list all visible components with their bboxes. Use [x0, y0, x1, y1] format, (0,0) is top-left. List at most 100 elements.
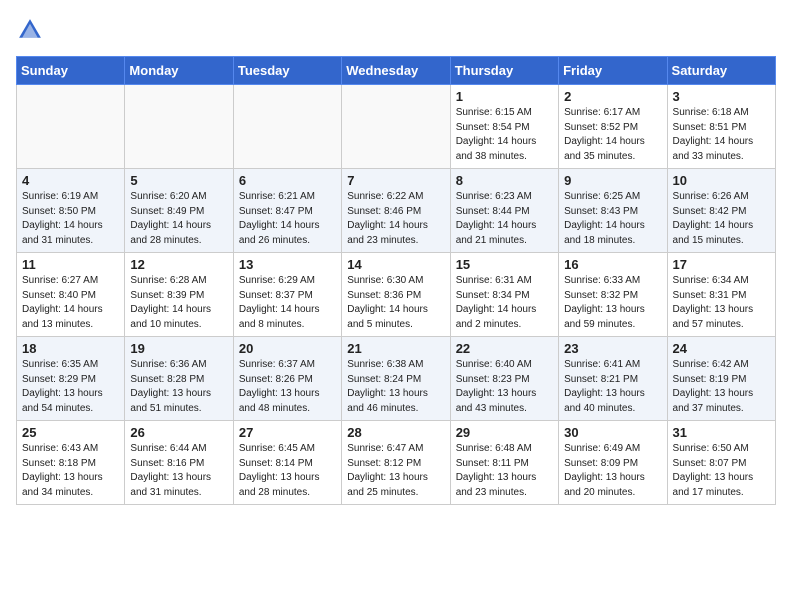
- day-number: 24: [673, 341, 770, 356]
- day-info: Sunrise: 6:33 AM Sunset: 8:32 PM Dayligh…: [564, 274, 661, 332]
- day-info: Sunrise: 6:45 AM Sunset: 8:14 PM Dayligh…: [239, 442, 336, 500]
- day-number: 18: [22, 341, 119, 356]
- day-cell-24: 24 Sunrise: 6:42 AM Sunset: 8:19 PM Dayli…: [667, 337, 775, 421]
- day-info: Sunrise: 6:15 AM Sunset: 8:54 PM Dayligh…: [456, 106, 553, 164]
- day-number: 27: [239, 425, 336, 440]
- day-number: 20: [239, 341, 336, 356]
- day-cell-14: 14 Sunrise: 6:30 AM Sunset: 8:36 PM Dayli…: [342, 253, 450, 337]
- week-row-4: 18 Sunrise: 6:35 AM Sunset: 8:29 PM Dayli…: [17, 337, 776, 421]
- day-info: Sunrise: 6:23 AM Sunset: 8:44 PM Dayligh…: [456, 190, 553, 248]
- day-info: Sunrise: 6:42 AM Sunset: 8:19 PM Dayligh…: [673, 358, 770, 416]
- day-info: Sunrise: 6:37 AM Sunset: 8:26 PM Dayligh…: [239, 358, 336, 416]
- day-cell-29: 29Sunrise: 6:48 AM Sunset: 8:11 PM Dayli…: [450, 421, 558, 505]
- day-info: Sunrise: 6:50 AM Sunset: 8:07 PM Dayligh…: [673, 442, 770, 500]
- week-row-3: 11 Sunrise: 6:27 AM Sunset: 8:40 PM Dayli…: [17, 253, 776, 337]
- day-cell-19: 19 Sunrise: 6:36 AM Sunset: 8:28 PM Dayli…: [125, 337, 233, 421]
- day-cell-6: 6 Sunrise: 6:21 AM Sunset: 8:47 PM Daylig…: [233, 169, 341, 253]
- weekday-saturday: Saturday: [667, 57, 775, 85]
- day-number: 1: [456, 89, 553, 104]
- day-cell-5: 5 Sunrise: 6:20 AM Sunset: 8:49 PM Daylig…: [125, 169, 233, 253]
- day-cell-2: 2 Sunrise: 6:17 AM Sunset: 8:52 PM Daylig…: [559, 85, 667, 169]
- week-row-2: 4 Sunrise: 6:19 AM Sunset: 8:50 PM Daylig…: [17, 169, 776, 253]
- calendar-table: SundayMondayTuesdayWednesdayThursdayFrid…: [16, 56, 776, 505]
- day-info: Sunrise: 6:22 AM Sunset: 8:46 PM Dayligh…: [347, 190, 444, 248]
- day-number: 19: [130, 341, 227, 356]
- day-cell-16: 16Sunrise: 6:33 AM Sunset: 8:32 PM Dayli…: [559, 253, 667, 337]
- day-cell-9: 9 Sunrise: 6:25 AM Sunset: 8:43 PM Daylig…: [559, 169, 667, 253]
- day-number: 26: [130, 425, 227, 440]
- day-cell-22: 22 Sunrise: 6:40 AM Sunset: 8:23 PM Dayli…: [450, 337, 558, 421]
- weekday-friday: Friday: [559, 57, 667, 85]
- day-number: 3: [673, 89, 770, 104]
- day-cell-26: 26Sunrise: 6:44 AM Sunset: 8:16 PM Dayli…: [125, 421, 233, 505]
- day-number: 23: [564, 341, 661, 356]
- day-number: 25: [22, 425, 119, 440]
- day-info: Sunrise: 6:30 AM Sunset: 8:36 PM Dayligh…: [347, 274, 444, 332]
- day-number: 11: [22, 257, 119, 272]
- day-info: Sunrise: 6:28 AM Sunset: 8:39 PM Dayligh…: [130, 274, 227, 332]
- day-cell-4: 4 Sunrise: 6:19 AM Sunset: 8:50 PM Daylig…: [17, 169, 125, 253]
- day-info: Sunrise: 6:31 AM Sunset: 8:34 PM Dayligh…: [456, 274, 553, 332]
- day-cell-11: 11 Sunrise: 6:27 AM Sunset: 8:40 PM Dayli…: [17, 253, 125, 337]
- day-cell-31: 31 Sunrise: 6:50 AM Sunset: 8:07 PM Dayli…: [667, 421, 775, 505]
- day-cell-7: 7 Sunrise: 6:22 AM Sunset: 8:46 PM Daylig…: [342, 169, 450, 253]
- day-number: 12: [130, 257, 227, 272]
- weekday-thursday: Thursday: [450, 57, 558, 85]
- empty-cell: [17, 85, 125, 169]
- day-info: Sunrise: 6:27 AM Sunset: 8:40 PM Dayligh…: [22, 274, 119, 332]
- day-info: Sunrise: 6:35 AM Sunset: 8:29 PM Dayligh…: [22, 358, 119, 416]
- day-number: 5: [130, 173, 227, 188]
- day-number: 6: [239, 173, 336, 188]
- page-header: [16, 16, 776, 44]
- day-info: Sunrise: 6:21 AM Sunset: 8:47 PM Dayligh…: [239, 190, 336, 248]
- day-info: Sunrise: 6:47 AM Sunset: 8:12 PM Dayligh…: [347, 442, 444, 500]
- day-number: 7: [347, 173, 444, 188]
- day-cell-27: 27 Sunrise: 6:45 AM Sunset: 8:14 PM Dayli…: [233, 421, 341, 505]
- day-info: Sunrise: 6:20 AM Sunset: 8:49 PM Dayligh…: [130, 190, 227, 248]
- day-info: Sunrise: 6:19 AM Sunset: 8:50 PM Dayligh…: [22, 190, 119, 248]
- day-cell-12: 12 Sunrise: 6:28 AM Sunset: 8:39 PM Dayli…: [125, 253, 233, 337]
- day-info: Sunrise: 6:17 AM Sunset: 8:52 PM Dayligh…: [564, 106, 661, 164]
- day-cell-13: 13 Sunrise: 6:29 AM Sunset: 8:37 PM Dayli…: [233, 253, 341, 337]
- day-info: Sunrise: 6:29 AM Sunset: 8:37 PM Dayligh…: [239, 274, 336, 332]
- day-info: Sunrise: 6:25 AM Sunset: 8:43 PM Dayligh…: [564, 190, 661, 248]
- day-number: 2: [564, 89, 661, 104]
- day-info: Sunrise: 6:34 AM Sunset: 8:31 PM Dayligh…: [673, 274, 770, 332]
- empty-cell: [233, 85, 341, 169]
- calendar-body: 1 Sunrise: 6:15 AM Sunset: 8:54 PM Daylig…: [17, 85, 776, 505]
- day-number: 4: [22, 173, 119, 188]
- day-number: 13: [239, 257, 336, 272]
- weekday-header-row: SundayMondayTuesdayWednesdayThursdayFrid…: [17, 57, 776, 85]
- weekday-wednesday: Wednesday: [342, 57, 450, 85]
- day-info: Sunrise: 6:41 AM Sunset: 8:21 PM Dayligh…: [564, 358, 661, 416]
- day-info: Sunrise: 6:36 AM Sunset: 8:28 PM Dayligh…: [130, 358, 227, 416]
- weekday-monday: Monday: [125, 57, 233, 85]
- day-info: Sunrise: 6:40 AM Sunset: 8:23 PM Dayligh…: [456, 358, 553, 416]
- day-cell-3: 3Sunrise: 6:18 AM Sunset: 8:51 PM Daylig…: [667, 85, 775, 169]
- day-cell-17: 17Sunrise: 6:34 AM Sunset: 8:31 PM Dayli…: [667, 253, 775, 337]
- empty-cell: [342, 85, 450, 169]
- day-cell-10: 10Sunrise: 6:26 AM Sunset: 8:42 PM Dayli…: [667, 169, 775, 253]
- weekday-tuesday: Tuesday: [233, 57, 341, 85]
- empty-cell: [125, 85, 233, 169]
- day-info: Sunrise: 6:38 AM Sunset: 8:24 PM Dayligh…: [347, 358, 444, 416]
- day-cell-25: 25 Sunrise: 6:43 AM Sunset: 8:18 PM Dayli…: [17, 421, 125, 505]
- day-info: Sunrise: 6:26 AM Sunset: 8:42 PM Dayligh…: [673, 190, 770, 248]
- day-cell-28: 28 Sunrise: 6:47 AM Sunset: 8:12 PM Dayli…: [342, 421, 450, 505]
- day-number: 14: [347, 257, 444, 272]
- day-number: 21: [347, 341, 444, 356]
- logo: [16, 16, 48, 44]
- weekday-sunday: Sunday: [17, 57, 125, 85]
- day-cell-21: 21 Sunrise: 6:38 AM Sunset: 8:24 PM Dayli…: [342, 337, 450, 421]
- day-number: 31: [673, 425, 770, 440]
- week-row-5: 25 Sunrise: 6:43 AM Sunset: 8:18 PM Dayli…: [17, 421, 776, 505]
- day-number: 9: [564, 173, 661, 188]
- day-number: 28: [347, 425, 444, 440]
- day-number: 29: [456, 425, 553, 440]
- day-number: 22: [456, 341, 553, 356]
- day-cell-15: 15 Sunrise: 6:31 AM Sunset: 8:34 PM Dayli…: [450, 253, 558, 337]
- day-info: Sunrise: 6:43 AM Sunset: 8:18 PM Dayligh…: [22, 442, 119, 500]
- day-number: 30: [564, 425, 661, 440]
- day-number: 15: [456, 257, 553, 272]
- day-cell-8: 8Sunrise: 6:23 AM Sunset: 8:44 PM Daylig…: [450, 169, 558, 253]
